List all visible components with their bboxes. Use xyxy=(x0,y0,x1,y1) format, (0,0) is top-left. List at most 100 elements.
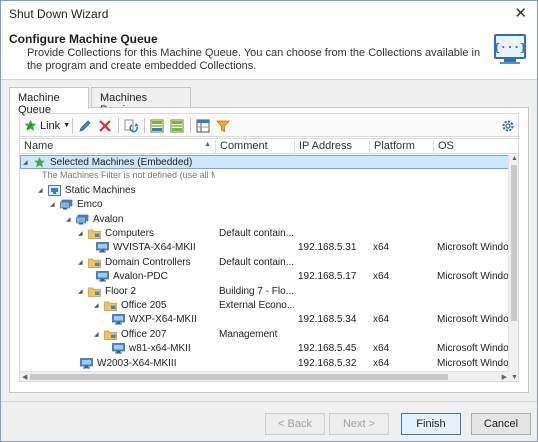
tree-row-name-cell: ◢ Computers xyxy=(78,228,215,239)
vertical-scrollbar[interactable]: ▲ ▼ xyxy=(508,155,518,381)
tree-row[interactable]: ◢ Selected Machines (Embedded) xyxy=(20,155,509,169)
folder-icon xyxy=(88,229,101,239)
tree-row-label: WXP-X64-MKII xyxy=(129,314,197,326)
expander-icon[interactable]: ◢ xyxy=(50,201,58,208)
tree-row[interactable]: w81-x64-MKII 192.168.5.45 x64 Microsoft Win… xyxy=(20,342,509,356)
tree-row-os-cell: Microsoft Window xyxy=(437,343,509,355)
tree-row-platform-cell: x64 xyxy=(373,343,390,355)
machine-queue-panel: Link ▼ Name ▲ Comment IP Address Platfor… xyxy=(9,107,529,393)
tree-row[interactable]: WXP-X64-MKII 192.168.5.34 x64 Microsoft Win… xyxy=(20,313,509,327)
tree-row-label: Avalon-PDC xyxy=(113,271,168,283)
expander-icon[interactable]: ◢ xyxy=(78,288,86,295)
tree-row-name-cell: ◢ Avalon xyxy=(66,214,215,225)
horizontal-scrollbar[interactable]: ◀ ▶ xyxy=(20,371,509,381)
tree-row-os-cell: Microsoft Window xyxy=(437,314,509,326)
scroll-up-icon[interactable]: ▲ xyxy=(511,155,518,162)
link-button[interactable]: Link ▼ xyxy=(24,117,70,134)
horizontal-scroll-thumb[interactable] xyxy=(30,374,448,380)
filter-button[interactable] xyxy=(216,117,230,134)
tree-row-label: Emco xyxy=(77,199,103,211)
refresh-button[interactable] xyxy=(124,117,139,134)
expander-icon[interactable]: ◢ xyxy=(94,302,102,309)
tree-row[interactable]: Avalon-PDC 192.168.5.17 x64 Microsoft Windo… xyxy=(20,270,509,284)
machine-tree-grid[interactable]: Name ▲ Comment IP Address Platform OS ◢ S… xyxy=(19,138,519,382)
svg-text:{···}: {···} xyxy=(493,41,526,54)
title-bar: Shut Down Wizard ✕ xyxy=(1,1,537,27)
tree-row-os-cell: Microsoft Window xyxy=(437,357,509,369)
expand-all-icon xyxy=(150,119,164,132)
computer-icon xyxy=(112,314,125,325)
domain-icon xyxy=(60,199,73,210)
expander-icon[interactable]: ◢ xyxy=(78,259,86,266)
edit-button[interactable] xyxy=(78,117,92,134)
scroll-right-icon[interactable]: ▶ xyxy=(502,373,507,381)
columns-button[interactable] xyxy=(196,117,210,134)
tree-row[interactable]: ◢ Static Machines xyxy=(20,184,509,198)
tab-machines-preview[interactable]: Machines Preview xyxy=(91,87,191,116)
tree-row-ip-cell: 192.168.5.45 xyxy=(298,343,357,355)
tree-row-comment-cell: Default contain... xyxy=(219,256,294,268)
delete-icon xyxy=(99,119,111,132)
tree-row[interactable]: WVISTA-X64-MKII 192.168.5.31 x64 Microsoft … xyxy=(20,241,509,255)
tree-row-comment-cell: External Econo... xyxy=(219,300,294,311)
tree-row-label: WVISTA-X64-MKII xyxy=(113,242,196,254)
tree-row-label: Static Machines xyxy=(65,184,136,196)
tree-row[interactable]: The Machines Filter is not defined (use … xyxy=(20,169,509,183)
computer-icon xyxy=(112,343,125,354)
tree-row-name-cell: w81-x64-MKII xyxy=(112,343,215,354)
collection-braces-icon: {···} xyxy=(493,34,527,64)
column-header-name[interactable]: Name ▲ xyxy=(20,140,215,154)
cancel-button[interactable]: Cancel xyxy=(471,413,531,435)
collapse-all-button[interactable] xyxy=(170,117,184,134)
tree-row-os-cell: Microsoft Window xyxy=(437,271,509,283)
settings-icon xyxy=(502,120,514,131)
tree-row-label: Floor 2 xyxy=(105,285,137,297)
tree-row[interactable]: W2003-X64-MKIII 192.168.5.32 x64 Microsoft … xyxy=(20,357,509,371)
toolbar-separator xyxy=(118,118,119,133)
tree-row-comment-cell: Management xyxy=(219,328,278,340)
expand-all-button[interactable] xyxy=(150,117,164,134)
sort-arrow-icon: ▲ xyxy=(204,141,211,148)
expander-icon[interactable]: ◢ xyxy=(78,230,86,237)
computer-icon xyxy=(96,271,109,282)
tree-row[interactable]: ◢ Domain Controllers Default contain... xyxy=(20,256,509,270)
tree-row[interactable]: ◢ Office 205 External Econo... xyxy=(20,299,509,313)
tree-row[interactable]: ◢ Floor 2 Building 7 - Flo... xyxy=(20,285,509,299)
close-icon[interactable]: ✕ xyxy=(514,4,527,22)
next-button[interactable]: Next > xyxy=(329,413,389,435)
tree-row-name-cell: ◢ Emco xyxy=(50,199,215,210)
expander-icon[interactable]: ◢ xyxy=(94,331,102,338)
column-header-platform[interactable]: Platform xyxy=(369,140,433,154)
back-button[interactable]: < Back xyxy=(265,413,325,435)
scroll-down-icon[interactable]: ▼ xyxy=(511,374,518,381)
folder-icon xyxy=(104,330,117,340)
tree-row[interactable]: ◢ Computers Default contain... xyxy=(20,227,509,241)
toolbar-separator xyxy=(190,118,191,133)
finish-button[interactable]: Finish xyxy=(401,413,461,435)
scroll-left-icon[interactable]: ◀ xyxy=(22,373,27,381)
expander-icon[interactable]: ◢ xyxy=(23,159,31,166)
tree-row-name-cell: ◢ Office 205 xyxy=(94,300,215,311)
column-header-comment[interactable]: Comment xyxy=(215,140,294,154)
column-header-os[interactable]: OS xyxy=(433,140,518,154)
tree-row-ip-cell: 192.168.5.32 xyxy=(298,357,357,369)
column-header-ip-address[interactable]: IP Address xyxy=(294,140,369,154)
tree-row[interactable]: ◢ Avalon xyxy=(20,213,509,227)
tree-row[interactable]: ◢ Emco xyxy=(20,198,509,212)
tree-row[interactable]: ◢ Office 207 Management xyxy=(20,328,509,342)
settings-button[interactable] xyxy=(501,117,515,134)
vertical-scroll-thumb[interactable] xyxy=(511,165,517,321)
expander-icon[interactable]: ◢ xyxy=(38,187,46,194)
expander-icon[interactable]: ◢ xyxy=(66,216,74,223)
column-headers: Name ▲ Comment IP Address Platform OS xyxy=(20,139,518,154)
domain-icon xyxy=(76,214,89,225)
tree-row-name-cell: ◢ Domain Controllers xyxy=(78,257,215,268)
wizard-header: Configure Machine Queue Provide Collecti… xyxy=(1,27,537,79)
collection-star-icon xyxy=(34,157,45,168)
tree-row-ip-cell: 192.168.5.34 xyxy=(298,314,357,326)
delete-button[interactable] xyxy=(98,117,112,134)
computer-icon xyxy=(80,357,93,369)
tree-row-label: The Machines Filter is not defined (use … xyxy=(42,170,215,181)
tab-machine-queue[interactable]: Machine Queue xyxy=(9,87,89,116)
tree-rows: ◢ Selected Machines (Embedded) The Machine… xyxy=(20,155,509,381)
